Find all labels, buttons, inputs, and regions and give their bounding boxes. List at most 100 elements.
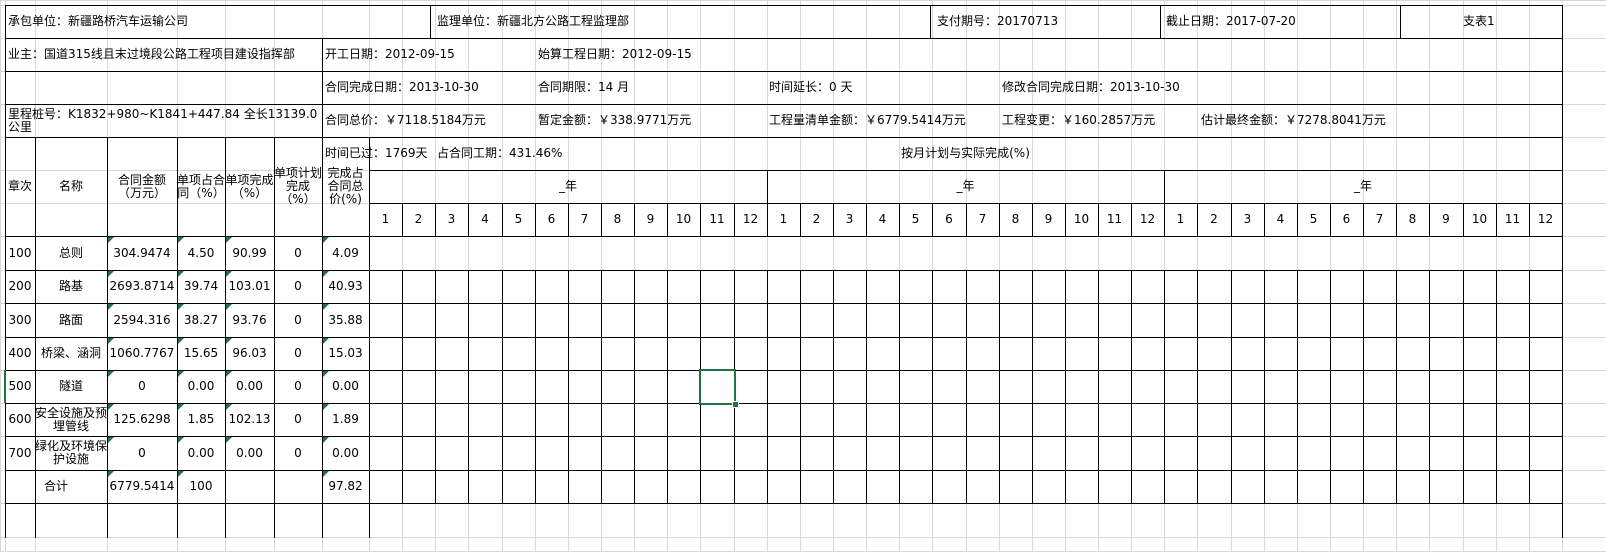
deadline-cell[interactable]: 截止日期：2017-07-20: [1163, 5, 1400, 38]
fill-handle[interactable]: [732, 401, 739, 408]
header-month-1-9[interactable]: 9: [634, 203, 667, 236]
header-month-3-5[interactable]: 5: [1297, 203, 1330, 236]
row-share[interactable]: 15.65: [177, 337, 225, 370]
total-done[interactable]: [225, 470, 274, 503]
header-month-1-8[interactable]: 8: [601, 203, 634, 236]
supervisor-cell[interactable]: 监理单位：新疆北方公路工程监理部: [434, 5, 930, 38]
header-month-1-12[interactable]: 12: [734, 203, 767, 236]
header-month-1-1[interactable]: 1: [369, 203, 402, 236]
header-month-2-10[interactable]: 10: [1065, 203, 1098, 236]
total-label[interactable]: 合计: [5, 470, 107, 503]
active-cell-selection[interactable]: [699, 369, 736, 405]
header-plan[interactable]: 单项计划完成（%）: [274, 137, 322, 236]
row-done[interactable]: 103.01: [225, 270, 274, 303]
header-month-2-2[interactable]: 2: [800, 203, 833, 236]
contract-total-cell[interactable]: 合同总价：￥7118.5184万元: [322, 104, 535, 137]
row-done[interactable]: 0.00: [225, 370, 274, 403]
header-month-3-12[interactable]: 12: [1529, 203, 1562, 236]
row-name[interactable]: 路基: [35, 270, 107, 303]
header-month-2-6[interactable]: 6: [932, 203, 966, 236]
header-chapter[interactable]: 章次: [5, 137, 35, 236]
row-total[interactable]: 0.00: [322, 370, 369, 403]
row-name[interactable]: 总则: [35, 236, 107, 270]
header-month-1-3[interactable]: 3: [435, 203, 468, 236]
row-share[interactable]: 38.27: [177, 303, 225, 337]
header-month-2-3[interactable]: 3: [833, 203, 866, 236]
boq-amount-cell[interactable]: 工程量清单金额：￥6779.5414万元: [766, 104, 995, 137]
header-month-3-6[interactable]: 6: [1330, 203, 1363, 236]
row-amount[interactable]: 0: [107, 370, 177, 403]
payment-no-cell[interactable]: 支付期号：20170713: [934, 5, 1160, 38]
row-done[interactable]: 0.00: [225, 436, 274, 470]
row-plan[interactable]: 0: [274, 403, 322, 436]
sheet-id-cell[interactable]: 支表1: [1460, 5, 1530, 38]
row-share[interactable]: 1.85: [177, 403, 225, 436]
row-plan[interactable]: 0: [274, 337, 322, 370]
header-done[interactable]: 单项完成（%）: [225, 137, 274, 236]
variation-cell[interactable]: 工程变更：￥160.2857万元: [999, 104, 1195, 137]
row-amount[interactable]: 125.6298: [107, 403, 177, 436]
header-month-2-1[interactable]: 1: [767, 203, 800, 236]
row-plan[interactable]: 0: [274, 370, 322, 403]
header-month-1-2[interactable]: 2: [402, 203, 435, 236]
estimate-final-cell[interactable]: 估计最终金额：￥7278.8041万元: [1198, 104, 1440, 137]
header-month-1-11[interactable]: 11: [700, 203, 734, 236]
row-name[interactable]: 绿化及环境保护设施: [35, 436, 107, 470]
contractor-cell[interactable]: 承包单位：新疆路桥汽车运输公司: [5, 5, 430, 38]
row-done[interactable]: 102.13: [225, 403, 274, 436]
row-chapter[interactable]: 700: [5, 436, 35, 470]
total-total[interactable]: 97.82: [322, 470, 369, 503]
row-total[interactable]: 4.09: [322, 236, 369, 270]
header-amount[interactable]: 合同金额（万元）: [107, 137, 177, 236]
header-month-2-12[interactable]: 12: [1131, 203, 1164, 236]
row-total[interactable]: 40.93: [322, 270, 369, 303]
row-amount[interactable]: 0: [107, 436, 177, 470]
row-name[interactable]: 隧道: [35, 370, 107, 403]
row-amount[interactable]: 2594.316: [107, 303, 177, 337]
row-chapter[interactable]: 600: [5, 403, 35, 436]
header-month-3-8[interactable]: 8: [1396, 203, 1429, 236]
header-month-2-9[interactable]: 9: [1032, 203, 1065, 236]
row-chapter[interactable]: 500: [5, 370, 35, 403]
header-month-1-10[interactable]: 10: [667, 203, 700, 236]
header-month-2-8[interactable]: 8: [999, 203, 1032, 236]
header-share[interactable]: 单项占合同（%）: [177, 137, 225, 236]
row-share[interactable]: 0.00: [177, 370, 225, 403]
row-share[interactable]: 39.74: [177, 270, 225, 303]
row-done[interactable]: 90.99: [225, 236, 274, 270]
header-year-3[interactable]: _年: [1164, 170, 1562, 203]
header-month-1-5[interactable]: 5: [502, 203, 535, 236]
row-share[interactable]: 4.50: [177, 236, 225, 270]
header-month-3-10[interactable]: 10: [1463, 203, 1496, 236]
row-amount[interactable]: 1060.7767: [107, 337, 177, 370]
header-month-3-3[interactable]: 3: [1231, 203, 1264, 236]
owner-cell[interactable]: 业主：国道315线且末过境段公路工程项目建设指挥部: [5, 38, 322, 71]
extension-cell[interactable]: 时间延长：0 天: [766, 71, 995, 104]
row-done[interactable]: 96.03: [225, 337, 274, 370]
row-share[interactable]: 0.00: [177, 436, 225, 470]
provisional-cell[interactable]: 暂定金额：￥338.9771万元: [535, 104, 765, 137]
row-total[interactable]: 35.88: [322, 303, 369, 337]
header-month-2-7[interactable]: 7: [966, 203, 999, 236]
header-name[interactable]: 名称: [35, 137, 107, 236]
header-total-pct[interactable]: 完成占合同总价(%): [322, 137, 369, 236]
header-month-3-7[interactable]: 7: [1363, 203, 1396, 236]
row-plan[interactable]: 0: [274, 270, 322, 303]
row-plan[interactable]: 0: [274, 436, 322, 470]
row-chapter[interactable]: 400: [5, 337, 35, 370]
header-month-2-5[interactable]: 5: [899, 203, 932, 236]
row-done[interactable]: 93.76: [225, 303, 274, 337]
header-month-3-9[interactable]: 9: [1429, 203, 1463, 236]
header-monthly[interactable]: 按月计划与实际完成(%): [369, 137, 1562, 170]
total-plan[interactable]: [274, 470, 322, 503]
total-share[interactable]: 100: [177, 470, 225, 503]
spreadsheet-grid[interactable]: 承包单位：新疆路桥汽车运输公司 监理单位：新疆北方公路工程监理部 支付期号：2017…: [0, 0, 1606, 552]
header-month-2-4[interactable]: 4: [866, 203, 899, 236]
header-month-2-11[interactable]: 11: [1098, 203, 1131, 236]
row-name[interactable]: 路面: [35, 303, 107, 337]
row-chapter[interactable]: 300: [5, 303, 35, 337]
header-month-3-2[interactable]: 2: [1197, 203, 1231, 236]
row-chapter[interactable]: 100: [5, 236, 35, 270]
header-month-1-4[interactable]: 4: [468, 203, 502, 236]
header-month-1-7[interactable]: 7: [568, 203, 601, 236]
